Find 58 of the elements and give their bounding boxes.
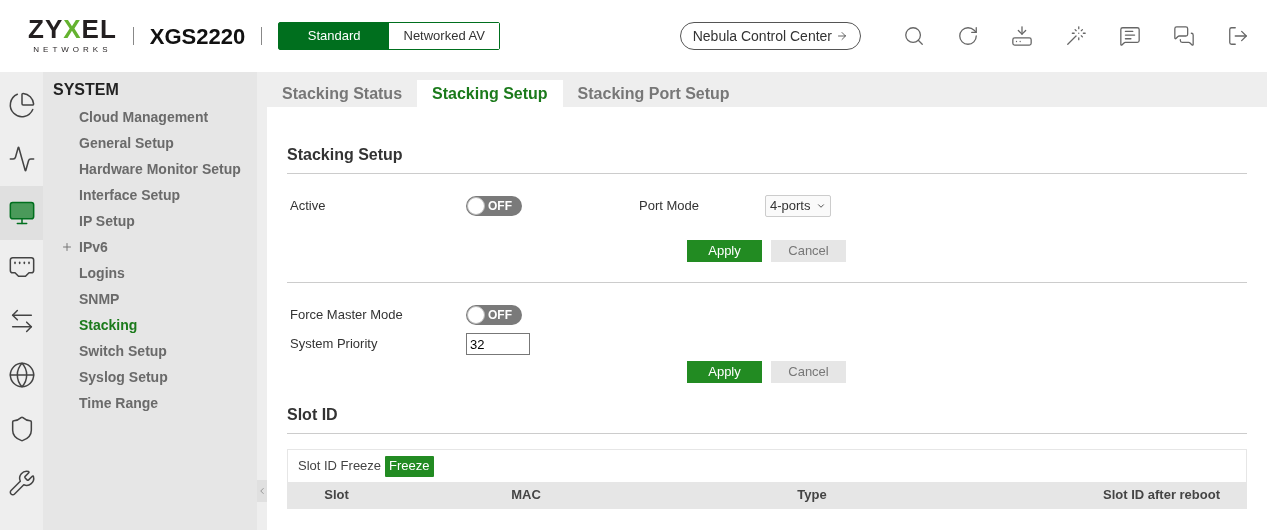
globe-icon [7, 361, 36, 389]
toggle-label: OFF [488, 309, 512, 321]
cancel-button[interactable]: Cancel [771, 240, 846, 262]
sidebar-item[interactable]: Stacking [79, 314, 138, 336]
collapse-handle[interactable] [257, 480, 267, 502]
download-icon[interactable] [1011, 25, 1033, 47]
column-header: MAC [510, 486, 542, 505]
model-name: XGS2220 [149, 22, 246, 51]
column-header: Slot ID after reboot [1102, 486, 1221, 505]
sidebar-item[interactable]: General Setup [79, 132, 174, 154]
tab[interactable]: Stacking Setup [417, 80, 563, 107]
sidebar-item[interactable]: Hardware Monitor Setup [79, 158, 241, 180]
arrow-icon [836, 30, 848, 42]
toggle-label: OFF [488, 200, 512, 212]
wrench-icon [7, 469, 36, 497]
toggle-knob [467, 306, 485, 324]
section-title: Stacking Setup [287, 143, 1247, 174]
sidebar-item[interactable]: Interface Setup [79, 184, 181, 206]
monitor-icon [7, 199, 36, 227]
sidebar-item[interactable]: Cloud Management [79, 106, 209, 128]
field-label: System Priority [289, 335, 379, 354]
sidebar-title: SYSTEM [52, 80, 120, 100]
search-icon[interactable] [903, 25, 925, 47]
field-label: Active [289, 197, 327, 216]
toggle-switch[interactable]: OFF [466, 305, 522, 325]
column-header: Type [796, 486, 828, 505]
field-label: Port Mode [639, 197, 700, 216]
sidebar-item[interactable]: Logins [79, 262, 125, 284]
freeze-button[interactable]: Freeze [385, 455, 434, 477]
priority-field[interactable]: 32 [466, 333, 530, 355]
sidebar-item[interactable]: Time Range [79, 392, 159, 414]
logo: ZYXEL NETWORKS [28, 16, 117, 56]
toggle-knob [467, 197, 485, 215]
refresh-icon[interactable] [957, 25, 979, 47]
wand-icon[interactable] [1065, 25, 1087, 47]
chart-icon [7, 91, 36, 119]
field-label: Force Master Mode [289, 306, 404, 325]
logout-icon[interactable] [1227, 25, 1249, 47]
sidebar-item[interactable]: Syslog Setup [79, 366, 168, 388]
toggle-switch[interactable]: OFF [466, 196, 522, 216]
sidebar-item[interactable]: IPv6 [79, 236, 108, 258]
sidebar-item[interactable]: Switch Setup [79, 340, 167, 362]
section-title: Slot ID [287, 403, 1247, 434]
column-header: Slot [323, 486, 350, 505]
sidebar-item[interactable]: SNMP [79, 288, 120, 310]
sidebar-item[interactable]: IP Setup [79, 210, 135, 232]
chat-icon[interactable] [1173, 25, 1195, 47]
mode-tab[interactable]: Standard [279, 23, 390, 49]
tab[interactable]: Stacking Port Setup [562, 80, 745, 107]
chevron-left-icon [257, 486, 267, 496]
field-label: Slot ID Freeze [298, 457, 382, 476]
wave-icon [7, 145, 36, 173]
apply-button[interactable]: Apply [687, 240, 762, 262]
cancel-button[interactable]: Cancel [771, 361, 846, 383]
chevron-down-icon [816, 201, 827, 211]
tab[interactable]: Stacking Status [267, 80, 418, 107]
port-mode-select[interactable]: 4-ports [765, 195, 832, 217]
apply-button[interactable]: Apply [687, 361, 762, 383]
